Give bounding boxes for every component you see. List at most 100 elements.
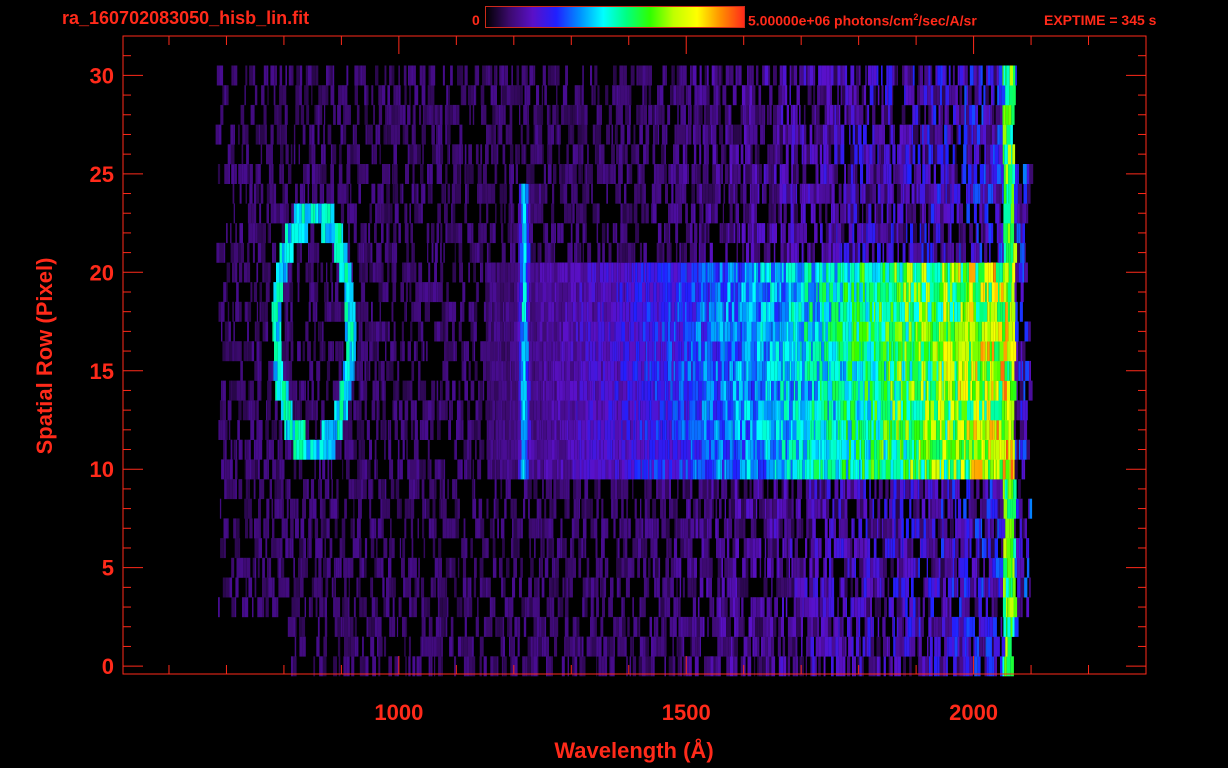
heatmap-cell xyxy=(319,597,324,618)
heatmap-cell xyxy=(1003,282,1007,303)
heatmap-cell xyxy=(586,636,591,657)
heatmap-cell xyxy=(779,420,781,440)
heatmap-cell xyxy=(975,360,978,381)
heatmap-cell xyxy=(856,301,860,322)
heatmap-cell xyxy=(358,242,361,263)
heatmap-cell xyxy=(870,636,873,657)
heatmap-cell xyxy=(932,439,937,460)
heatmap-cell xyxy=(585,400,589,421)
heatmap-cell xyxy=(267,262,271,283)
heatmap-cell xyxy=(515,400,519,421)
heatmap-cell xyxy=(543,420,547,440)
heatmap-cell xyxy=(656,282,660,303)
heatmap-cell xyxy=(486,616,491,637)
heatmap-cell xyxy=(802,360,805,381)
heatmap-cell xyxy=(443,242,445,263)
heatmap-cell xyxy=(937,262,941,283)
heatmap-cell xyxy=(595,282,598,303)
heatmap-cell xyxy=(489,597,492,618)
heatmap-cell xyxy=(807,498,812,519)
heatmap-cell xyxy=(859,380,864,401)
heatmap-cell xyxy=(957,636,960,657)
heatmap-cell xyxy=(985,577,989,598)
heatmap-cell xyxy=(844,282,848,303)
heatmap-cell xyxy=(717,360,722,381)
heatmap-cell xyxy=(906,439,910,460)
heatmap-cell xyxy=(920,341,924,362)
heatmap-cell xyxy=(616,577,620,598)
heatmap-cell xyxy=(626,341,630,362)
heatmap-cell xyxy=(1013,479,1017,500)
heatmap-cell xyxy=(916,282,918,303)
heatmap-cell xyxy=(804,360,808,381)
heatmap-cell xyxy=(743,498,747,519)
heatmap-cell xyxy=(740,321,742,342)
heatmap-cell xyxy=(707,360,710,381)
heatmap-cell xyxy=(460,400,464,421)
heatmap-cell xyxy=(747,420,751,440)
heatmap-cell xyxy=(252,597,254,618)
heatmap-cell xyxy=(1007,282,1012,303)
heatmap-cell xyxy=(961,400,964,421)
heatmap-cell xyxy=(849,301,852,322)
heatmap-cell xyxy=(940,321,944,342)
heatmap-cell xyxy=(778,301,780,322)
heatmap-cell xyxy=(721,597,725,618)
heatmap-cell xyxy=(533,400,537,421)
heatmap-cell xyxy=(538,380,541,401)
heatmap-cell xyxy=(231,597,235,618)
heatmap-cell xyxy=(911,636,916,657)
heatmap-cell xyxy=(532,321,534,342)
heatmap-cell xyxy=(628,400,630,421)
heatmap-cell xyxy=(857,400,860,421)
heatmap-cell xyxy=(331,242,335,263)
heatmap-cell xyxy=(300,557,303,578)
heatmap-cell xyxy=(353,400,357,421)
heatmap-cell xyxy=(873,282,875,303)
heatmap-cell xyxy=(1004,360,1008,381)
heatmap-cell xyxy=(759,616,763,637)
heatmap-cell xyxy=(801,282,804,303)
heatmap-cell xyxy=(634,459,638,480)
heatmap-cell xyxy=(300,400,302,421)
heatmap-cell xyxy=(1013,538,1017,559)
heatmap-cell xyxy=(261,301,265,322)
heatmap-cell xyxy=(462,557,467,578)
heatmap-cell xyxy=(394,656,397,677)
heatmap-cell xyxy=(730,479,735,500)
heatmap-cell xyxy=(990,498,993,519)
heatmap-cell xyxy=(858,282,860,303)
heatmap-cell xyxy=(533,380,537,401)
heatmap-cell xyxy=(408,656,411,677)
heatmap-cell xyxy=(632,656,637,677)
heatmap-cell xyxy=(267,557,269,578)
heatmap-cell xyxy=(362,636,364,657)
heatmap-cell xyxy=(601,341,604,362)
heatmap-cell xyxy=(845,479,847,500)
heatmap-cell xyxy=(293,616,296,637)
heatmap-cell xyxy=(745,420,748,440)
heatmap-cell xyxy=(300,420,304,440)
heatmap-cell xyxy=(565,341,568,362)
heatmap-cell xyxy=(1001,400,1005,421)
heatmap-cell xyxy=(881,577,885,598)
heatmap-cell xyxy=(341,518,346,539)
heatmap-cell xyxy=(835,616,839,637)
heatmap-cell xyxy=(928,479,931,500)
heatmap-cell xyxy=(470,321,474,342)
heatmap-cell xyxy=(863,341,867,362)
heatmap-cell xyxy=(797,262,802,283)
heatmap-cell xyxy=(1012,262,1016,283)
heatmap-cell xyxy=(566,577,569,598)
heatmap-cell xyxy=(684,400,686,421)
heatmap-cell xyxy=(680,518,683,539)
heatmap-cell xyxy=(983,282,986,303)
heatmap-cell xyxy=(503,262,505,283)
heatmap-cell xyxy=(634,498,637,519)
heatmap-cell xyxy=(290,538,292,559)
heatmap-cell xyxy=(921,360,924,381)
heatmap-cell xyxy=(607,420,611,440)
heatmap-cell xyxy=(592,341,595,362)
heatmap-cell xyxy=(870,577,874,598)
heatmap-cell xyxy=(919,301,922,322)
